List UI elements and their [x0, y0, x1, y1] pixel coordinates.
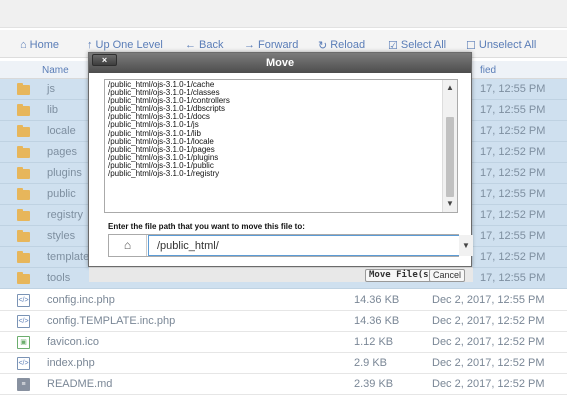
folder-icon: [17, 251, 30, 263]
scrollbar-thumb[interactable]: [446, 117, 454, 197]
folder-name: lib: [47, 104, 59, 116]
square-icon: ☐: [466, 39, 476, 52]
back-button[interactable]: ← Back: [185, 37, 223, 53]
unselect-all-button[interactable]: ☐ Unselect All: [466, 37, 536, 53]
directory-scrollbar[interactable]: ▲ ▼: [442, 80, 457, 212]
scroll-up-icon[interactable]: ▲: [443, 82, 457, 94]
php-file-icon: </>: [17, 294, 30, 307]
folder-icon: [17, 83, 30, 95]
home-icon: ⌂: [20, 39, 27, 51]
folder-date: 17, 12:52 PM: [480, 125, 546, 137]
folder-name: pages: [47, 146, 77, 158]
dialog-title: Move: [89, 53, 471, 73]
scroll-down-icon[interactable]: ▼: [443, 198, 457, 210]
folder-name: template: [47, 251, 90, 263]
file-date: Dec 2, 2017, 12:52 PM: [432, 315, 545, 327]
folder-date: 17, 12:55 PM: [480, 272, 546, 284]
folder-icon: [17, 272, 30, 284]
file-name: config.TEMPLATE.inc.php: [47, 315, 176, 327]
folder-name: registry: [47, 209, 84, 221]
home-icon[interactable]: ⌂: [109, 235, 147, 256]
folder-name: tools: [47, 272, 71, 284]
file-date: Dec 2, 2017, 12:52 PM: [432, 378, 545, 390]
folder-icon: [17, 146, 30, 158]
document-file-icon: ≡: [17, 378, 30, 391]
cancel-button[interactable]: Cancel: [429, 269, 466, 282]
file-size: 2.39 KB: [354, 378, 394, 390]
refresh-icon: ↻: [318, 39, 328, 52]
file-name: favicon.ico: [47, 336, 99, 348]
image-file-icon: ▣: [17, 336, 30, 349]
folder-date: 17, 12:55 PM: [480, 188, 546, 200]
file-size: 2.9 KB: [354, 357, 388, 369]
directory-item-partial[interactable]: [108, 178, 441, 182]
destination-label: Enter the file path that you want to mov…: [108, 222, 305, 231]
folder-icon: [17, 167, 30, 179]
file-size: 14.36 KB: [354, 294, 400, 306]
folder-date: 17, 12:55 PM: [480, 104, 546, 116]
dialog-footer: Move File(s) Cancel: [89, 267, 473, 282]
folder-date: 17, 12:52 PM: [480, 167, 546, 179]
folder-date: 17, 12:55 PM: [480, 230, 546, 242]
folder-date: 17, 12:55 PM: [480, 83, 546, 95]
select-all-button[interactable]: ☑ Select All: [388, 37, 446, 53]
file-name: index.php: [47, 357, 95, 369]
home-button[interactable]: ⌂ Home: [20, 37, 59, 53]
reload-button[interactable]: ↻ Reload: [318, 37, 365, 53]
directory-list[interactable]: /public_html/ojs-3.1.0-1/cache/public_ht…: [104, 79, 458, 213]
file-row[interactable]: ≡ README.md 2.39 KB Dec 2, 2017, 12:52 PM: [0, 374, 567, 395]
file-date: Dec 2, 2017, 12:55 PM: [432, 294, 545, 306]
directory-items: /public_html/ojs-3.1.0-1/cache/public_ht…: [108, 80, 441, 182]
arrow-left-icon: ←: [185, 39, 196, 51]
folder-icon: [17, 188, 30, 200]
folder-date: 17, 12:52 PM: [480, 251, 546, 263]
move-dialog: Move × /public_html/ojs-3.1.0-1/cache/pu…: [88, 52, 473, 282]
check-square-icon: ☑: [388, 39, 398, 52]
up-one-level-button[interactable]: ↑ Up One Level: [87, 37, 163, 53]
file-row[interactable]: </> config.TEMPLATE.inc.php 14.36 KB Dec 2,…: [0, 311, 567, 332]
top-bar: [0, 0, 567, 28]
php-file-icon: </>: [17, 315, 30, 328]
folder-icon: [17, 125, 30, 137]
level-up-icon: ↑: [87, 39, 93, 51]
folder-icon: [17, 209, 30, 221]
folder-name: plugins: [47, 167, 82, 179]
folder-name: js: [47, 83, 55, 95]
file-date: Dec 2, 2017, 12:52 PM: [432, 336, 545, 348]
column-modified[interactable]: fied: [480, 65, 496, 76]
chevron-down-icon[interactable]: ▼: [459, 235, 473, 256]
folder-name: styles: [47, 230, 76, 242]
folder-icon: [17, 230, 30, 242]
php-file-icon: </>: [17, 357, 30, 370]
file-size: 1.12 KB: [354, 336, 394, 348]
arrow-right-icon: →: [244, 39, 255, 51]
destination-field-group: ⌂ ▼: [108, 234, 473, 257]
file-row[interactable]: </> index.php 2.9 KB Dec 2, 2017, 12:52 PM: [0, 353, 567, 374]
move-files-button[interactable]: Move File(s): [365, 269, 439, 282]
folder-name: locale: [47, 125, 76, 137]
file-row[interactable]: </> config.inc.php 14.36 KB Dec 2, 2017, 12…: [0, 290, 567, 311]
file-name: config.inc.php: [47, 294, 115, 306]
folder-date: 17, 12:52 PM: [480, 146, 546, 158]
folder-icon: [17, 104, 30, 116]
file-date: Dec 2, 2017, 12:52 PM: [432, 357, 545, 369]
folder-name: public: [47, 188, 76, 200]
column-name[interactable]: Name: [42, 65, 69, 76]
file-size: 14.36 KB: [354, 315, 400, 327]
file-name: README.md: [47, 378, 113, 390]
close-button[interactable]: ×: [92, 54, 117, 66]
directory-item[interactable]: /public_html/ojs-3.1.0-1/registry: [108, 169, 441, 178]
folder-date: 17, 12:52 PM: [480, 209, 546, 221]
destination-path-input[interactable]: [148, 235, 466, 256]
file-row[interactable]: ▣ favicon.ico 1.12 KB Dec 2, 2017, 12:52 PM: [0, 332, 567, 353]
forward-button[interactable]: → Forward: [244, 37, 298, 53]
